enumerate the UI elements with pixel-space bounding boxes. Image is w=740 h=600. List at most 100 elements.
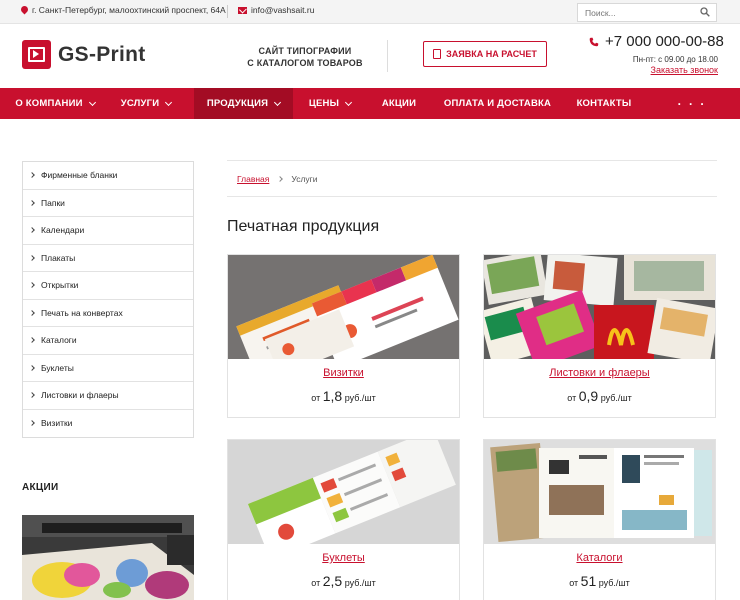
price-unit: руб./шт — [344, 578, 376, 588]
logo-text: GS-Print — [58, 42, 146, 66]
price-prefix: от — [567, 393, 577, 403]
request-quote-button[interactable]: ЗАЯВКА НА РАСЧЕТ — [423, 41, 547, 67]
product-title[interactable]: Листовки и флаеры — [484, 367, 715, 379]
nav-label: О КОМПАНИИ — [15, 98, 83, 109]
sidebar-item-envelopes[interactable]: Печать на конвертах — [23, 300, 193, 327]
nav-item-about[interactable]: О КОМПАНИИ — [0, 88, 98, 119]
breadcrumb-home-link[interactable]: Главная — [237, 174, 269, 184]
divider — [227, 5, 228, 18]
sidebar-menu: Фирменные бланки Папки Календари Плакаты… — [22, 161, 194, 438]
sidebar-item-folders[interactable]: Папки — [23, 190, 193, 217]
chevron-right-icon — [29, 364, 35, 371]
promo-title: АКЦИИ — [22, 482, 59, 493]
nav-label: КОНТАКТЫ — [576, 98, 632, 109]
price-value: 51 — [580, 573, 597, 589]
product-title[interactable]: Буклеты — [228, 552, 459, 564]
product-card-flyers[interactable]: Листовки и флаеры от 0,9 руб./шт — [483, 254, 716, 418]
sidebar-item-label: Открытки — [41, 280, 79, 291]
business-cards-image[interactable] — [228, 255, 459, 359]
product-title[interactable]: Каталоги — [484, 552, 715, 564]
sidebar-item-business-cards[interactable]: Визитки — [23, 410, 193, 438]
price-unit: руб./шт — [598, 578, 630, 588]
sidebar-item-letterheads[interactable]: Фирменные бланки — [23, 162, 193, 190]
chevron-right-icon — [29, 254, 35, 261]
product-price: от 51 руб./шт — [484, 573, 715, 589]
location-pin-icon — [21, 6, 28, 15]
top-bar: г. Санкт-Петербург, малоохтинский проспе… — [0, 0, 740, 24]
page-title: Печатная продукция — [227, 218, 380, 235]
chevron-right-icon — [29, 227, 35, 234]
more-dots-icon: · · · — [677, 96, 707, 111]
price-value: 0,9 — [578, 388, 599, 404]
slogan-line-1: САЙТ ТИПОГРАФИИ — [258, 46, 352, 56]
nav-label: АКЦИИ — [381, 98, 417, 109]
nav-label: УСЛУГИ — [120, 98, 160, 109]
email-link[interactable]: info@vashsait.ru — [251, 5, 314, 15]
price-prefix: от — [311, 393, 321, 403]
price-value: 1,8 — [322, 388, 343, 404]
sidebar-item-label: Визитки — [41, 418, 73, 429]
phone-icon — [589, 37, 599, 46]
main-nav: О КОМПАНИИ УСЛУГИ ПРОДУКЦИЯ ЦЕНЫ АКЦИИ О… — [0, 88, 740, 119]
chevron-right-icon — [29, 337, 35, 344]
nav-item-promotions[interactable]: АКЦИИ — [367, 88, 431, 119]
sidebar-item-label: Листовки и флаеры — [41, 390, 119, 401]
promo-image[interactable] — [22, 515, 194, 600]
nav-more-button[interactable]: · · · — [644, 88, 740, 119]
nav-item-payment-delivery[interactable]: ОПЛАТА И ДОСТАВКА — [431, 88, 564, 119]
chevron-right-icon — [29, 309, 35, 316]
nav-label: ОПЛАТА И ДОСТАВКА — [443, 98, 552, 109]
nav-label: ЦЕНЫ — [308, 98, 340, 109]
envelope-icon — [238, 6, 247, 14]
nav-item-prices[interactable]: ЦЕНЫ — [293, 88, 367, 119]
breadcrumb-current: Услуги — [291, 173, 318, 184]
nav-item-contacts[interactable]: КОНТАКТЫ — [564, 88, 644, 119]
price-unit: руб./шт — [600, 393, 632, 403]
logo[interactable]: GS-Print — [22, 40, 146, 69]
phone-number[interactable]: +7 000 000-00-88 — [605, 33, 724, 50]
product-title[interactable]: Визитки — [228, 367, 459, 379]
sidebar-item-postcards[interactable]: Открытки — [23, 272, 193, 300]
sidebar-item-flyers[interactable]: Листовки и флаеры — [23, 382, 193, 410]
nav-item-products[interactable]: ПРОДУКЦИЯ — [194, 88, 293, 119]
product-card-business-cards[interactable]: Визитки от 1,8 руб./шт — [227, 254, 460, 418]
request-quote-label: ЗАЯВКА НА РАСЧЕТ — [446, 49, 537, 59]
chevron-down-icon — [274, 98, 282, 106]
sidebar-item-booklets[interactable]: Буклеты — [23, 355, 193, 382]
working-hours: Пн-пт: с 09.00 до 18.00 — [632, 55, 718, 64]
sidebar-item-posters[interactable]: Плакаты — [23, 245, 193, 272]
flyers-image[interactable] — [484, 255, 715, 359]
sidebar-item-label: Буклеты — [41, 362, 74, 373]
callback-link[interactable]: Заказать звонок — [651, 65, 718, 75]
product-price: от 1,8 руб./шт — [228, 388, 459, 404]
search-icon[interactable] — [700, 7, 710, 17]
price-prefix: от — [311, 578, 321, 588]
product-price: от 2,5 руб./шт — [228, 573, 459, 589]
sidebar-item-label: Папки — [41, 197, 65, 208]
phone[interactable]: +7 000 000-00-88 — [589, 33, 724, 50]
booklets-image[interactable] — [228, 440, 459, 544]
catalogs-image[interactable] — [484, 440, 715, 544]
email[interactable]: info@vashsait.ru — [238, 5, 314, 15]
search-input[interactable] — [578, 4, 688, 21]
price-prefix: от — [569, 578, 579, 588]
chevron-down-icon — [165, 98, 173, 106]
sidebar-item-catalogs[interactable]: Каталоги — [23, 327, 193, 355]
nav-label: ПРОДУКЦИЯ — [206, 98, 269, 109]
sidebar-item-label: Каталоги — [41, 335, 77, 346]
nav-item-services[interactable]: УСЛУГИ — [98, 88, 194, 119]
chevron-right-icon — [29, 282, 35, 289]
address-text: г. Санкт-Петербург, малоохтинский проспе… — [32, 5, 226, 15]
product-card-booklets[interactable]: Буклеты от 2,5 руб./шт — [227, 439, 460, 600]
breadcrumb: Главная Услуги — [227, 160, 717, 197]
sidebar-item-calendars[interactable]: Календари — [23, 217, 193, 245]
sidebar-item-label: Плакаты — [41, 252, 76, 263]
product-card-catalogs[interactable]: Каталоги от 51 руб./шт — [483, 439, 716, 600]
slogan: САЙТ ТИПОГРАФИИ С КАТАЛОГОМ ТОВАРОВ — [240, 45, 370, 69]
address: г. Санкт-Петербург, малоохтинский проспе… — [21, 5, 226, 15]
logo-play-icon — [22, 40, 51, 69]
price-value: 2,5 — [322, 573, 343, 589]
price-unit: руб./шт — [344, 393, 376, 403]
document-icon — [433, 49, 442, 59]
sidebar-item-label: Фирменные бланки — [41, 170, 118, 181]
